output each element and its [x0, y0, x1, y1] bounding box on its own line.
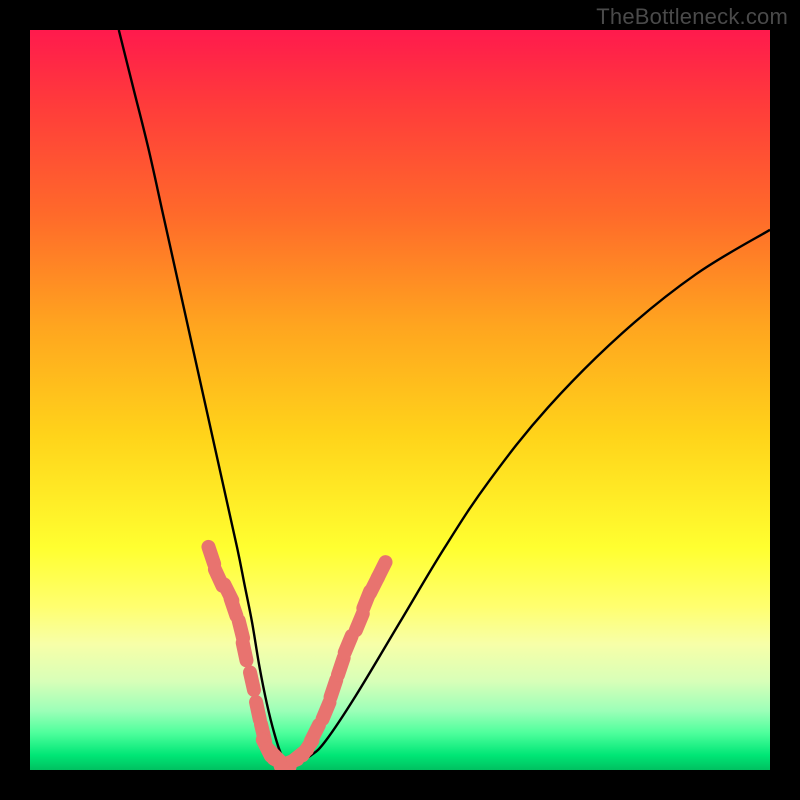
points-layer	[208, 547, 385, 767]
sample-point	[243, 643, 247, 661]
watermark-text: TheBottleneck.com	[596, 4, 788, 30]
sample-point	[345, 636, 352, 653]
bottleneck-curve-path	[119, 30, 770, 764]
sample-point	[377, 562, 385, 578]
chart-frame: TheBottleneck.com	[0, 0, 800, 800]
sample-point	[338, 658, 344, 675]
sample-point	[208, 547, 214, 564]
sample-point	[311, 725, 319, 741]
sample-point	[256, 702, 260, 720]
chart-svg	[30, 30, 770, 770]
sample-point	[239, 621, 243, 638]
sample-point	[250, 672, 254, 690]
sample-point	[356, 614, 363, 631]
sample-point	[231, 599, 237, 616]
sample-point	[331, 680, 337, 697]
plot-area	[30, 30, 770, 770]
sample-point	[323, 702, 330, 719]
curve-layer	[119, 30, 770, 764]
